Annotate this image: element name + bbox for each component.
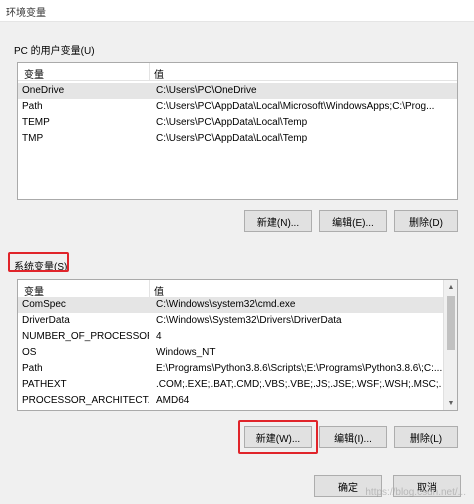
user-delete-button[interactable]: 删除(D) (394, 210, 458, 232)
variable-name: ComSpec (22, 299, 66, 310)
variable-value: 4 (156, 331, 162, 342)
variable-name: PROCESSOR_ARCHITECT... (22, 395, 149, 406)
column-separator[interactable] (149, 63, 150, 81)
column-header-value[interactable]: 值 (154, 283, 164, 298)
highlight-box-new-button (238, 420, 318, 454)
variable-value: C:\Users\PC\AppData\Local\Microsoft\Wind… (156, 101, 435, 112)
variable-value: C:\Users\PC\AppData\Local\Temp (156, 133, 308, 144)
scroll-down-icon[interactable]: ▼ (444, 396, 457, 410)
system-delete-button[interactable]: 删除(L) (394, 426, 458, 448)
scrollbar-thumb[interactable] (447, 296, 455, 350)
table-row[interactable]: TMP C:\Users\PC\AppData\Local\Temp (18, 131, 457, 147)
user-new-button[interactable]: 新建(N)... (244, 210, 312, 232)
system-vars-list[interactable]: 变量 值 ComSpec C:\Windows\system32\cmd.exe… (17, 279, 458, 411)
variable-value: C:\Windows\system32\cmd.exe (156, 299, 296, 310)
variable-name: TEMP (22, 117, 50, 128)
system-edit-button[interactable]: 编辑(I)... (319, 426, 387, 448)
list-header: 变量 值 (18, 280, 457, 298)
table-row[interactable]: DriverData C:\Windows\System32\Drivers\D… (18, 313, 444, 329)
variable-name: OneDrive (22, 85, 65, 96)
table-row[interactable]: ComSpec C:\Windows\system32\cmd.exe (18, 297, 444, 313)
table-row[interactable]: Path E:\Programs\Python3.8.6\Scripts\;E:… (18, 361, 444, 377)
list-header: 变量 值 (18, 63, 457, 81)
table-row[interactable]: TEMP C:\Users\PC\AppData\Local\Temp (18, 115, 457, 131)
column-separator[interactable] (149, 280, 150, 298)
variable-name: PATHEXT (22, 379, 67, 390)
variable-value: C:\Users\PC\OneDrive (156, 85, 257, 96)
watermark: https://blog.csdn.net/... (365, 487, 466, 498)
column-header-variable[interactable]: 变量 (24, 66, 44, 81)
variable-name: TMP (22, 133, 44, 144)
variable-name: DriverData (22, 315, 70, 326)
variable-name: Path (22, 101, 43, 112)
user-vars-group-label: PC 的用户变量(U) (14, 46, 95, 57)
variable-value: AMD64 (156, 395, 190, 406)
variable-value: C:\Windows\System32\Drivers\DriverData (156, 315, 342, 326)
vertical-scrollbar[interactable]: ▲ ▼ (443, 280, 457, 410)
column-header-variable[interactable]: 变量 (24, 283, 44, 298)
table-row[interactable]: NUMBER_OF_PROCESSORS 4 (18, 329, 444, 345)
highlight-box-system-label (8, 252, 69, 272)
variable-name: OS (22, 347, 37, 358)
variable-name: Path (22, 363, 43, 374)
variable-name: NUMBER_OF_PROCESSORS (22, 331, 149, 342)
column-header-value[interactable]: 值 (154, 66, 164, 81)
variable-value: .COM;.EXE;.BAT;.CMD;.VBS;.VBE;.JS;.JSE;.… (156, 379, 442, 390)
variable-value: C:\Users\PC\AppData\Local\Temp (156, 117, 308, 128)
scroll-up-icon[interactable]: ▲ (444, 280, 457, 294)
variable-value: E:\Programs\Python3.8.6\Scripts\;E:\Prog… (156, 363, 442, 374)
title-bar: 环境变量 (0, 0, 474, 22)
table-row[interactable]: PROCESSOR_ARCHITECT... AMD64 (18, 393, 444, 409)
user-edit-button[interactable]: 编辑(E)... (319, 210, 387, 232)
variable-value: Windows_NT (156, 347, 216, 358)
table-row[interactable]: PATHEXT .COM;.EXE;.BAT;.CMD;.VBS;.VBE;.J… (18, 377, 444, 393)
table-row[interactable]: OS Windows_NT (18, 345, 444, 361)
window-title: 环境变量 (6, 8, 46, 19)
user-vars-list[interactable]: 变量 值 OneDrive C:\Users\PC\OneDrive Path … (17, 62, 458, 200)
table-row[interactable]: OneDrive C:\Users\PC\OneDrive (18, 83, 457, 99)
table-row[interactable]: Path C:\Users\PC\AppData\Local\Microsoft… (18, 99, 457, 115)
